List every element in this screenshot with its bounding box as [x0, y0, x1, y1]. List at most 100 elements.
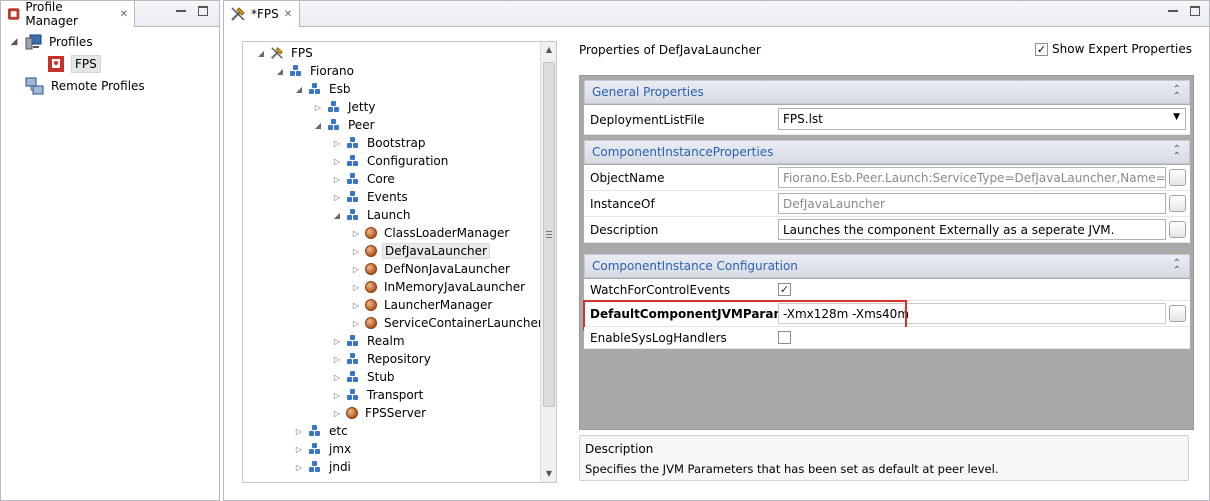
collapsed-arrow-icon[interactable]: ▷ [331, 193, 343, 202]
expanded-arrow-icon[interactable]: ◢ [9, 37, 19, 47]
bean-icon [365, 227, 377, 239]
collapsed-arrow-icon[interactable]: ▷ [350, 229, 362, 238]
tree-item-defnonjavalauncher[interactable]: ▷ DefNonJavaLauncher [350, 260, 512, 278]
expanded-arrow-icon[interactable]: ◢ [274, 67, 286, 76]
collapsed-arrow-icon[interactable]: ▷ [350, 283, 362, 292]
expert-checkbox[interactable]: ✓ [1035, 42, 1049, 56]
tree-item-fiorano[interactable]: ◢ Fiorano [274, 62, 356, 80]
tree-item-stub[interactable]: ▷ Stub [331, 368, 397, 386]
tree-item-servicecontainerlauncher[interactable]: ▷ ServiceContainerLauncher [350, 314, 545, 332]
scroll-up-arrow-icon[interactable]: ▲ [541, 42, 556, 58]
properties-title: Properties of DefJavaLauncher [579, 43, 761, 57]
bean-icon [365, 263, 377, 275]
config-tree: ◢ FPS ◢ Fiorano ◢ Esb ▷ Jetty ◢ Peer ▷ Bootstrap ▷ Co… [243, 42, 543, 482]
section-componentinstanceproperties[interactable]: ComponentInstanceProperties ⌃ ⌃ [584, 140, 1190, 164]
tree-label: Fiorano [310, 64, 354, 78]
tree-item-fps[interactable]: ◢ FPS [255, 44, 315, 62]
tree-item-remote-profiles[interactable]: Remote Profiles [9, 75, 214, 97]
minimize-icon[interactable] [176, 6, 188, 16]
tree-item-transport[interactable]: ▷ Transport [331, 386, 425, 404]
collapsed-arrow-icon[interactable]: ▷ [331, 175, 343, 184]
tree-item-inmemoryjavalauncher[interactable]: ▷ InMemoryJavaLauncher [350, 278, 527, 296]
fps-editor-tab[interactable]: *FPS ✕ [224, 1, 300, 27]
watchforcontrolevents-checkbox[interactable]: ✓ [778, 283, 791, 296]
instanceof-field[interactable]: DefJavaLauncher [778, 193, 1166, 214]
maximize-icon[interactable] [1190, 6, 1202, 16]
scroll-down-arrow-icon[interactable]: ▼ [541, 466, 556, 482]
collapse-icon[interactable]: ⌃ ⌃ [1173, 85, 1182, 102]
tree-label: DefNonJavaLauncher [384, 262, 510, 276]
collapsed-arrow-icon[interactable]: ▷ [350, 319, 362, 328]
collapse-icon[interactable]: ⌃ ⌃ [1173, 145, 1182, 162]
expanded-arrow-icon[interactable]: ◢ [255, 49, 267, 58]
edit-button[interactable] [1169, 221, 1186, 238]
collapsed-arrow-icon[interactable]: ▷ [331, 157, 343, 166]
vertical-scrollbar[interactable]: ▲ ▼ [540, 42, 556, 482]
collapsed-arrow-icon[interactable]: ▷ [293, 463, 305, 472]
deploymentlistfile-dropdown[interactable]: FPS.lst ▼ [778, 108, 1186, 130]
maximize-icon[interactable] [198, 6, 210, 16]
collapsed-arrow-icon[interactable]: ▷ [312, 103, 324, 112]
edit-button[interactable] [1169, 195, 1186, 212]
enablesysloghandlers-checkbox[interactable] [778, 331, 791, 344]
tree-item-launchermanager[interactable]: ▷ LauncherManager [350, 296, 494, 314]
tree-item-classloadermanager[interactable]: ▷ ClassLoaderManager [350, 224, 511, 242]
collapse-icon[interactable]: ⌃ ⌃ [1173, 259, 1182, 276]
tree-item-events[interactable]: ▷ Events [331, 188, 410, 206]
collapsed-arrow-icon[interactable]: ▷ [331, 355, 343, 364]
tree-item-fps-profile[interactable]: FPS [9, 53, 214, 75]
objectname-field[interactable]: Fiorano.Esb.Peer.Launch:ServiceType=DefJ… [778, 167, 1166, 188]
scroll-thumb[interactable] [543, 62, 555, 407]
collapsed-arrow-icon[interactable]: ▷ [331, 391, 343, 400]
section-general-properties[interactable]: General Properties ⌃ ⌃ [584, 80, 1190, 104]
expanded-arrow-icon[interactable]: ◢ [331, 211, 343, 220]
tree-item-realm[interactable]: ▷ Realm [331, 332, 407, 350]
minimize-icon[interactable] [1168, 6, 1180, 16]
close-icon[interactable]: ✕ [284, 9, 292, 20]
tree-item-core[interactable]: ▷ Core [331, 170, 397, 188]
tree-label: Profiles [49, 35, 93, 49]
collapsed-arrow-icon[interactable]: ▷ [331, 409, 343, 418]
tree-item-bootstrap[interactable]: ▷ Bootstrap [331, 134, 427, 152]
collapsed-arrow-icon[interactable]: ▷ [350, 301, 362, 310]
package-icon [327, 118, 341, 132]
tree-label: ClassLoaderManager [384, 226, 510, 240]
package-icon [346, 334, 360, 348]
profile-manager-tab[interactable]: Profile Manager ✕ [1, 0, 135, 28]
edit-button[interactable] [1169, 169, 1186, 186]
tree-label: Jetty [348, 100, 376, 114]
expanded-arrow-icon[interactable]: ◢ [312, 121, 324, 130]
expanded-arrow-icon[interactable]: ◢ [293, 85, 305, 94]
tree-item-profiles[interactable]: ◢ Profiles [9, 31, 214, 53]
tree-item-jndi[interactable]: ▷ jndi [293, 458, 353, 476]
config-tree-panel: ◢ FPS ◢ Fiorano ◢ Esb ▷ Jetty ◢ Peer ▷ Bootstrap ▷ Co… [242, 41, 557, 483]
tree-item-jetty[interactable]: ▷ Jetty [312, 98, 377, 116]
tree-item-esb[interactable]: ◢ Esb [293, 80, 352, 98]
editor-tabbar: *FPS ✕ [224, 1, 1209, 27]
collapsed-arrow-icon[interactable]: ▷ [331, 337, 343, 346]
tree-item-peer[interactable]: ◢ Peer [312, 116, 377, 134]
show-expert-properties[interactable]: ✓ Show Expert Properties [1035, 42, 1192, 56]
section-componentinstance-configuration[interactable]: ComponentInstance Configuration ⌃ ⌃ [584, 254, 1190, 278]
collapsed-arrow-icon[interactable]: ▷ [350, 265, 362, 274]
package-icon [346, 154, 360, 168]
tree-item-launch[interactable]: ◢ Launch [331, 206, 412, 224]
prop-row-objectname: ObjectName Fiorano.Esb.Peer.Launch:Servi… [584, 165, 1190, 191]
edit-button[interactable] [1169, 305, 1186, 322]
tree-item-configuration[interactable]: ▷ Configuration [331, 152, 450, 170]
tree-item-repository[interactable]: ▷ Repository [331, 350, 433, 368]
tree-label: Stub [367, 370, 395, 384]
description-field[interactable]: Launches the component Externally as a s… [778, 219, 1166, 240]
tree-item-jmx[interactable]: ▷ jmx [293, 440, 353, 458]
collapsed-arrow-icon[interactable]: ▷ [293, 427, 305, 436]
tree-item-etc[interactable]: ▷ etc [293, 422, 350, 440]
computer-icon [25, 34, 42, 50]
package-icon [346, 172, 360, 186]
collapsed-arrow-icon[interactable]: ▷ [293, 445, 305, 454]
tree-item-fpsserver[interactable]: ▷ FPSServer [331, 404, 428, 422]
tree-item-defjavalauncher[interactable]: ▷ DefJavaLauncher [350, 242, 490, 260]
collapsed-arrow-icon[interactable]: ▷ [331, 139, 343, 148]
collapsed-arrow-icon[interactable]: ▷ [350, 247, 362, 256]
close-icon[interactable]: ✕ [120, 9, 128, 20]
collapsed-arrow-icon[interactable]: ▷ [331, 373, 343, 382]
